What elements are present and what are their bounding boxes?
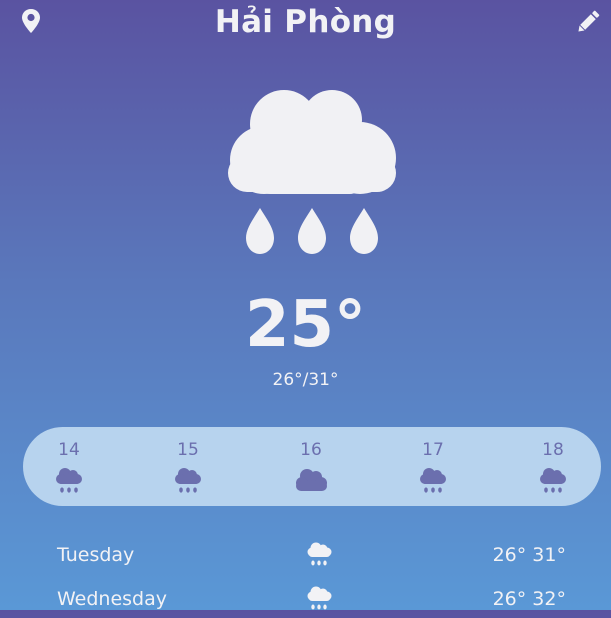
hourly-item[interactable]: 14 [39,439,99,495]
hourly-item[interactable]: 16 [281,439,341,495]
current-temperature: 25° [244,288,367,362]
rain-cloud-icon [228,90,396,254]
hour-label: 15 [177,440,199,460]
day-name: Tuesday [57,544,135,566]
cloud-icon [296,469,327,491]
rain-icon [175,468,201,493]
rain-icon [420,468,446,493]
edit-city-button[interactable] [574,8,602,36]
rain-icon [56,468,82,493]
hourly-item[interactable]: 15 [158,439,218,495]
day-name: Wednesday [57,588,168,610]
hourly-item[interactable]: 17 [403,439,463,495]
top-bar: Hải Phòng [0,0,611,44]
day-temperatures: 26° 32° [492,588,566,610]
daily-forecast-row[interactable]: Tuesday 26° 31° [0,540,611,574]
rain-icon [307,542,332,566]
hour-label: 16 [300,440,322,460]
hour-label: 18 [542,440,564,460]
daily-forecast-row[interactable]: Wednesday 26° 32° [0,584,611,618]
hour-label: 17 [422,440,444,460]
pencil-icon [578,10,600,32]
hourly-forecast-strip: 14 15 16 17 18 [23,427,601,506]
hour-label: 14 [58,440,80,460]
hourly-item[interactable]: 18 [523,439,583,495]
city-title: Hải Phòng [214,4,397,40]
day-temperatures: 26° 31° [492,544,566,566]
rain-icon [540,468,566,493]
temperature-range: 26°/31° [272,370,339,390]
